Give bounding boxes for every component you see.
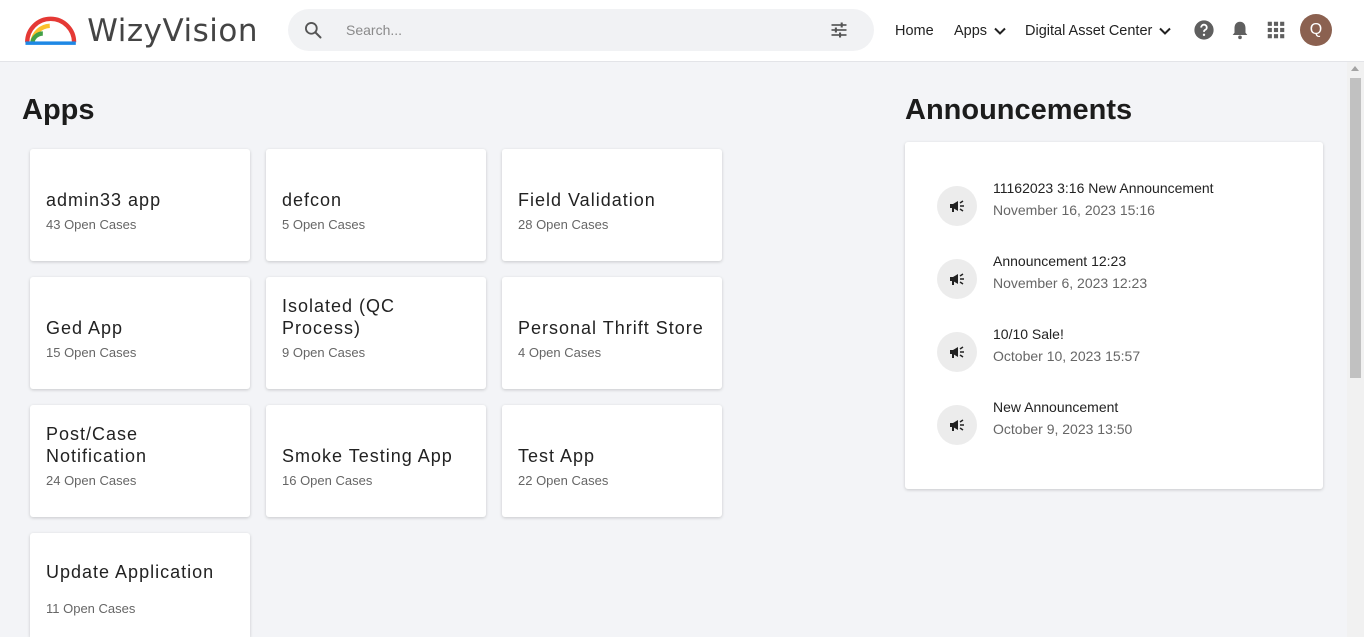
app-card[interactable]: Test App 22 Open Cases [502,405,722,517]
app-open-cases: 11 Open Cases [46,601,136,616]
app-name: Personal Thrift Store [518,318,704,338]
nav-apps-label: Apps [954,23,988,39]
app-name: Test App [518,446,596,466]
megaphone-icon [937,259,977,299]
wizyvision-logo[interactable]: WizyVision [22,12,258,50]
app-open-cases: 24 Open Cases [46,473,137,488]
avatar-initial: Q [1309,21,1323,38]
app-name: Post/Case Notification [46,424,148,466]
search-bar[interactable] [288,9,874,51]
page-scrollbar[interactable] [1347,62,1364,637]
sliders-icon[interactable] [829,20,849,40]
announcements-panel: 11162023 3:16 New Announcement November … [905,142,1323,489]
rainbow-logo-icon [25,16,77,45]
megaphone-icon [937,332,977,372]
app-open-cases: 15 Open Cases [46,345,137,360]
search-input[interactable] [346,9,806,51]
app-card[interactable]: Update Application 11 Open Cases [30,533,250,637]
app-name: defcon [282,190,343,210]
app-open-cases: 43 Open Cases [46,217,137,232]
app-name: Field Validation [518,190,656,210]
announcement-item[interactable]: Announcement 12:23 November 6, 2023 12:2… [937,253,1297,301]
app-card[interactable]: Ged App 15 Open Cases [30,277,250,389]
app-open-cases: 22 Open Cases [518,473,609,488]
chevron-down-icon [994,27,1006,35]
announcement-date: November 16, 2023 15:16 [993,202,1155,218]
app-name: Smoke Testing App [282,446,453,466]
user-avatar[interactable]: Q [1300,14,1332,46]
announcement-title: New Announcement [993,399,1119,415]
app-open-cases: 28 Open Cases [518,217,609,232]
app-name: admin33 app [46,190,162,210]
app-card[interactable]: Personal Thrift Store 4 Open Cases [502,277,722,389]
brand-name: WizyVision [87,12,258,49]
help-icon[interactable] [1193,19,1215,41]
app-card[interactable]: Post/Case Notification 24 Open Cases [30,405,250,517]
app-name: Update Application [46,562,215,582]
nav-digital-asset-center-dropdown[interactable]: Digital Asset Center [1025,0,1172,62]
app-card[interactable]: Field Validation 28 Open Cases [502,149,722,261]
nav-apps-dropdown[interactable]: Apps [954,0,1007,62]
app-open-cases: 5 Open Cases [282,217,366,232]
top-navigation-bar: WizyVision Home Apps Digital Asset Cente… [0,0,1364,62]
scroll-up-arrow-icon[interactable] [1351,66,1359,71]
app-open-cases: 16 Open Cases [282,473,373,488]
app-name: Isolated (QC Process) [282,296,396,338]
announcement-title: Announcement 12:23 [993,253,1127,269]
announcements-heading: Announcements [905,94,1133,126]
nav-home[interactable]: Home [895,0,934,62]
announcement-date: October 10, 2023 15:57 [993,348,1141,364]
announcement-item[interactable]: 10/10 Sale! October 10, 2023 15:57 [937,326,1297,374]
app-open-cases: 9 Open Cases [282,345,366,360]
app-card[interactable]: defcon 5 Open Cases [266,149,486,261]
nav-digital-asset-center-label: Digital Asset Center [1025,23,1153,39]
nav-home-label: Home [895,23,934,39]
megaphone-icon [937,186,977,226]
app-name: Ged App [46,318,124,338]
announcement-title: 10/10 Sale! [993,326,1064,342]
apps-heading: Apps [22,94,95,126]
app-card[interactable]: admin33 app 43 Open Cases [30,149,250,261]
announcement-item[interactable]: 11162023 3:16 New Announcement November … [937,180,1297,228]
scrollbar-thumb[interactable] [1350,78,1361,378]
megaphone-icon [937,405,977,445]
search-icon[interactable] [303,20,323,40]
chevron-down-icon [1159,27,1172,35]
grid-icon[interactable] [1265,19,1287,41]
app-open-cases: 4 Open Cases [518,345,602,360]
announcement-date: October 9, 2023 13:50 [993,421,1133,437]
announcement-item[interactable]: New Announcement October 9, 2023 13:50 [937,399,1297,447]
app-card[interactable]: Smoke Testing App 16 Open Cases [266,405,486,517]
announcement-date: November 6, 2023 12:23 [993,275,1148,291]
bell-icon[interactable] [1229,19,1251,41]
announcement-title: 11162023 3:16 New Announcement [993,180,1214,196]
app-card[interactable]: Isolated (QC Process) 9 Open Cases [266,277,486,389]
